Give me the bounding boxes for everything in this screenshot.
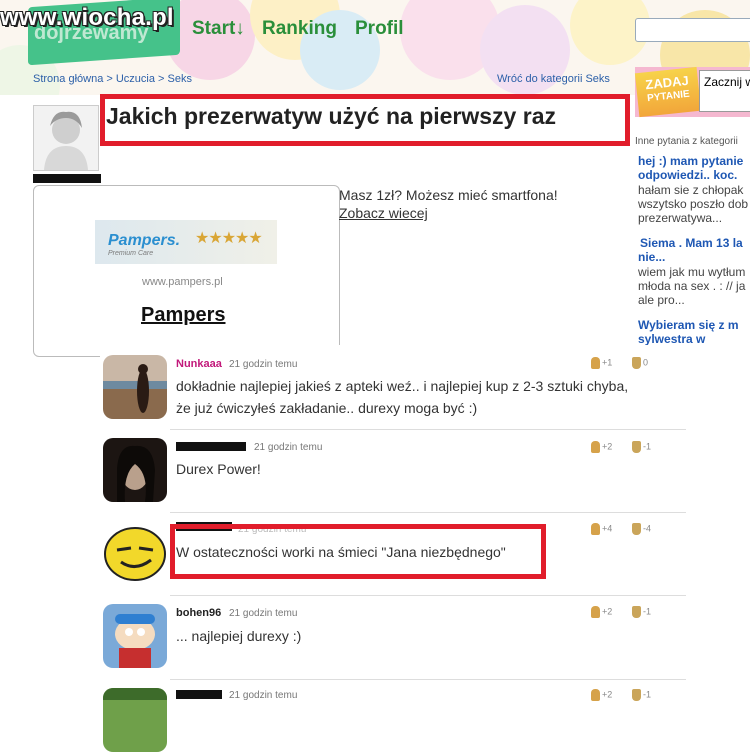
vote-down-count: -1 — [643, 606, 652, 617]
ad-brand-logo: Pampers. — [108, 232, 181, 249]
thumb-up-icon — [591, 606, 600, 618]
vote-down-button[interactable]: -4 — [632, 523, 651, 535]
redacted-username — [176, 690, 222, 699]
answer-time: 21 godzin temu — [254, 442, 323, 453]
redacted-username — [176, 442, 246, 451]
redacted-username — [33, 174, 101, 183]
sidebar-question-excerpt: ale pro... — [638, 293, 685, 307]
vote-down-button[interactable]: -1 — [632, 606, 651, 618]
vote-down-count: -4 — [643, 523, 652, 534]
answer-avatar[interactable] — [103, 688, 167, 752]
vote-down-count: -1 — [643, 689, 652, 700]
thumb-down-icon — [632, 606, 641, 618]
ad-text: Masz 1zł? Możesz mieć smartfona! — [339, 187, 558, 203]
answer-time: 21 godzin temu — [229, 359, 298, 370]
answer-avatar[interactable] — [103, 438, 167, 502]
vote-down-button[interactable]: -1 — [632, 441, 651, 453]
thumb-down-icon — [632, 523, 641, 535]
answer-text: W ostateczności worki na śmieci "Jana ni… — [176, 544, 506, 560]
sidebar-question-excerpt: młoda na sex . : // ja — [638, 279, 746, 293]
thumb-up-icon — [591, 689, 600, 701]
vote-up-count: +2 — [602, 441, 613, 452]
sidebar-question-link[interactable]: hej :) mam pytanie — [638, 154, 743, 168]
thumb-down-icon — [632, 689, 641, 701]
ask-question-input[interactable]: Zacznij w — [699, 70, 750, 112]
vote-up-count: +4 — [602, 523, 613, 534]
answer-text: dokładnie najlepiej jakieś z apteki weź.… — [176, 378, 629, 394]
answer-avatar[interactable] — [103, 520, 167, 584]
sidebar-question-link[interactable]: nie... — [638, 250, 665, 264]
answer-divider — [170, 512, 686, 513]
ad-stars: ★★★★★ — [195, 230, 263, 247]
answer-username[interactable]: Nunkaaa — [176, 358, 222, 370]
breadcrumb[interactable]: Strona główna > Uczucia > Seks — [33, 73, 192, 85]
answer-avatar[interactable] — [103, 604, 167, 668]
ad-title-link[interactable]: Pampers — [141, 304, 226, 327]
vote-down-count: 0 — [643, 357, 649, 368]
ad-url[interactable]: www.pampers.pl — [142, 276, 223, 288]
vote-down-button[interactable]: -1 — [632, 689, 651, 701]
ad-box[interactable] — [33, 185, 340, 357]
question-title: Jakich prezerwatyw użyć na pierwszy raz — [106, 103, 556, 129]
sidebar-heading: Inne pytania z kategorii — [635, 136, 738, 147]
vote-up-button[interactable]: +2 — [591, 441, 612, 453]
vote-down-button[interactable]: 0 — [632, 357, 648, 369]
thumb-up-icon — [591, 357, 600, 369]
sidebar-question-link[interactable]: Siema . Mam 13 la — [640, 236, 743, 250]
sidebar-question-excerpt: wiem jak mu wytłum — [638, 265, 746, 279]
vote-up-button[interactable]: +2 — [591, 606, 612, 618]
sidebar-question-link[interactable]: Wybieram się z m — [638, 318, 739, 332]
ask-question-button[interactable]: ZADAJ PYTANIE — [634, 66, 702, 118]
sidebar-question-link[interactable]: sylwestra w — [638, 332, 705, 346]
vote-up-button[interactable]: +4 — [591, 523, 612, 535]
nav-ranking[interactable]: Ranking — [262, 18, 337, 40]
thumb-down-icon — [632, 441, 641, 453]
vote-up-button[interactable]: +1 — [591, 357, 612, 369]
sidebar-question-excerpt: wszytsko poszło dob — [638, 197, 749, 211]
thumb-up-icon — [591, 523, 600, 535]
sidebar-question-link[interactable]: odpowiedzi.. koc. — [638, 168, 737, 182]
vote-up-button[interactable]: +2 — [591, 689, 612, 701]
vote-up-count: +1 — [602, 357, 613, 368]
sidebar-question-excerpt: prezerwatywa... — [638, 211, 723, 225]
sidebar-question-excerpt: hałam sie z chłopak — [638, 183, 744, 197]
answer-text: że już ćwiczyłeś zakładanie.. durexy mog… — [176, 400, 478, 416]
answer-divider — [170, 595, 686, 596]
answer-text: Durex Power! — [176, 461, 261, 477]
vote-up-count: +2 — [602, 606, 613, 617]
search-input[interactable] — [635, 18, 750, 42]
answer-avatar[interactable] — [103, 355, 167, 419]
nav-start[interactable]: Start↓ — [192, 18, 245, 40]
nav-profil[interactable]: Profil — [355, 18, 404, 40]
answer-text: ... najlepiej durexy :) — [176, 628, 302, 644]
thumb-down-icon — [632, 357, 641, 369]
answer-divider — [170, 679, 686, 680]
answer-time: 21 godzin temu — [229, 608, 298, 619]
ad-more-link[interactable]: Zobacz wiecej — [339, 205, 428, 221]
answer-time: 21 godzin temu — [229, 690, 298, 701]
asker-avatar[interactable] — [33, 105, 99, 171]
back-to-category-link[interactable]: Wróć do kategorii Seks — [497, 73, 610, 85]
answer-divider — [170, 429, 686, 430]
answer-username[interactable]: bohen96 — [176, 607, 221, 619]
vote-up-count: +2 — [602, 689, 613, 700]
watermark-text: www.wiocha.pl — [0, 4, 174, 31]
ad-brand-sub: Premium Care — [108, 250, 154, 257]
vote-down-count: -1 — [643, 441, 652, 452]
thumb-up-icon — [591, 441, 600, 453]
